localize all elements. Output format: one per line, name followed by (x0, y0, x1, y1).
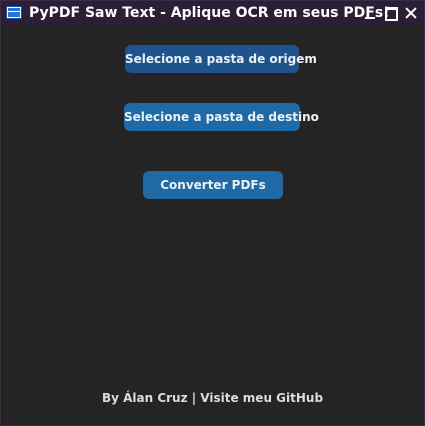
select-destination-folder-button[interactable]: Selecione a pasta de destino (124, 103, 319, 131)
maximize-icon[interactable] (383, 5, 399, 21)
window-app-icon (6, 6, 22, 19)
close-icon[interactable] (403, 5, 419, 21)
select-source-folder-button[interactable]: Selecione a pasta de origem (125, 45, 317, 73)
minimize-icon[interactable] (362, 5, 378, 21)
footer-credit: By Álan Cruz | Visite meu GitHub (101, 391, 324, 405)
app-window: PyPDF Saw Text - Aplique OCR em seus PDF… (0, 0, 425, 426)
convert-pdfs-button[interactable]: Converter PDFs (143, 171, 283, 199)
title-bar[interactable]: PyPDF Saw Text - Aplique OCR em seus PDF… (1, 1, 424, 25)
window-title: PyPDF Saw Text - Aplique OCR em seus PDF… (29, 5, 390, 21)
